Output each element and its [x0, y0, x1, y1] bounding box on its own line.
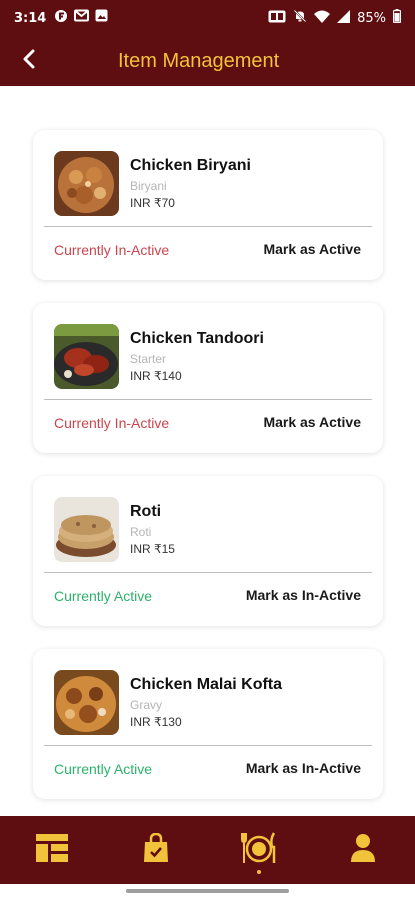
item-card: Chicken Tandoori Starter INR ₹140 Curren…	[33, 303, 383, 453]
system-icons: 85%	[268, 9, 402, 27]
item-image-malai-kofta	[54, 670, 119, 735]
card-divider	[44, 572, 372, 573]
volte-icon	[268, 10, 286, 27]
item-category: Roti	[130, 525, 152, 539]
item-category: Biryani	[130, 179, 167, 193]
mark-active-button[interactable]: Mark as Active	[263, 414, 361, 430]
item-status: Currently Active	[54, 761, 153, 777]
item-card: Chicken Malai Kofta Gravy INR ₹130 Curre…	[33, 649, 383, 799]
image-notification-icon	[95, 9, 108, 27]
item-status: Currently In-Active	[54, 415, 170, 431]
item-name: Chicken Malai Kofta	[130, 676, 283, 693]
item-image-tandoori	[54, 324, 119, 389]
mark-active-button[interactable]: Mark as Active	[263, 241, 361, 257]
dining-icon	[241, 831, 277, 869]
app-header: Item Management	[0, 36, 415, 86]
mark-inactive-button[interactable]: Mark as In-Active	[246, 760, 361, 776]
item-card: Roti Roti INR ₹15 Currently Active Mark …	[33, 476, 383, 626]
notification-icons	[54, 9, 108, 27]
shopping-bag-icon	[143, 832, 169, 867]
item-name: Roti	[130, 503, 162, 520]
wifi-icon	[314, 10, 331, 27]
dashboard-icon	[35, 833, 69, 867]
item-price: INR ₹15	[130, 542, 175, 556]
back-button[interactable]	[0, 36, 60, 86]
battery-percent: 85%	[357, 10, 386, 26]
battery-icon	[392, 9, 402, 27]
page-title: Item Management	[118, 49, 280, 72]
home-indicator[interactable]	[126, 889, 289, 893]
item-status: Currently Active	[54, 588, 153, 604]
item-image-biryani	[54, 151, 119, 216]
status-bar: 3:14 85%	[0, 0, 415, 36]
item-name: Chicken Tandoori	[130, 330, 264, 347]
item-card: Chicken Biryani Biryani INR ₹70 Currentl…	[33, 130, 383, 280]
item-price: INR ₹140	[130, 369, 182, 383]
mail-notification-icon	[74, 9, 90, 27]
mute-icon	[293, 9, 307, 27]
bottom-nav	[0, 816, 415, 884]
app-notification-icon	[54, 9, 68, 27]
signal-icon	[337, 9, 351, 27]
nav-profile[interactable]	[333, 820, 393, 880]
back-arrow-icon	[21, 49, 39, 73]
card-divider	[44, 226, 372, 227]
nav-dashboard[interactable]	[22, 820, 82, 880]
item-name: Chicken Biryani	[130, 157, 251, 174]
item-image-roti	[54, 497, 119, 562]
item-price: INR ₹130	[130, 715, 182, 729]
profile-icon	[350, 833, 376, 867]
gesture-area	[0, 884, 415, 900]
item-status: Currently In-Active	[54, 242, 170, 258]
status-time: 3:14	[14, 10, 47, 26]
nav-items[interactable]	[229, 820, 289, 880]
item-list[interactable]: Chicken Biryani Biryani INR ₹70 Currentl…	[0, 86, 415, 816]
nav-orders[interactable]	[126, 820, 186, 880]
item-category: Starter	[130, 352, 167, 366]
item-price: INR ₹70	[130, 196, 175, 210]
card-divider	[44, 399, 372, 400]
item-category: Gravy	[130, 698, 163, 712]
mark-inactive-button[interactable]: Mark as In-Active	[246, 587, 361, 603]
card-divider	[44, 745, 372, 746]
selected-indicator	[257, 870, 262, 874]
